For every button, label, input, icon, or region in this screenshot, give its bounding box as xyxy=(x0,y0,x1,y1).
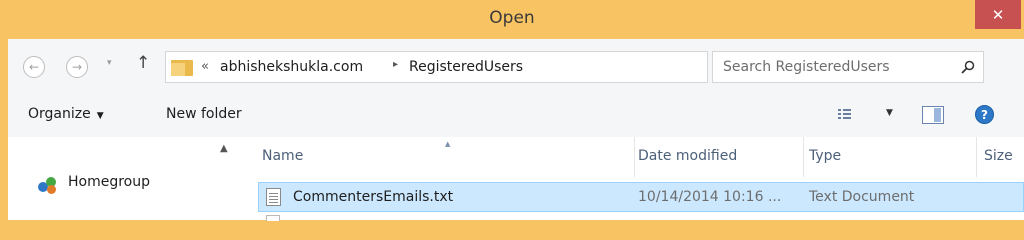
organize-button[interactable]: Organize ▼ xyxy=(28,106,104,122)
file-icon xyxy=(266,215,280,221)
organize-label: Organize xyxy=(28,106,91,122)
file-date-modified: 10/14/2014 10:16 ... xyxy=(638,189,782,205)
breadcrumb-item[interactable]: RegisteredUsers xyxy=(409,59,523,75)
new-folder-button[interactable]: New folder xyxy=(166,106,242,122)
content-area: ▲ Homegroup ▲ Name Date modified Type Si… xyxy=(8,137,1024,221)
caret-down-icon: ▼ xyxy=(96,111,104,121)
forward-button[interactable]: → xyxy=(66,56,88,78)
title-bar[interactable]: Open ✕ xyxy=(0,0,1024,39)
close-button[interactable]: ✕ xyxy=(975,0,1021,29)
column-header-type[interactable]: Type xyxy=(809,148,841,164)
back-arrow-icon: ← xyxy=(28,60,40,74)
search-input[interactable]: Search RegisteredUsers xyxy=(712,51,984,83)
file-list[interactable]: ▲ Name Date modified Type Size Commenter… xyxy=(240,137,1024,221)
breadcrumb-separator-icon[interactable]: ▸ xyxy=(393,59,398,70)
up-button[interactable]: ↑ xyxy=(136,53,150,73)
file-type: Text Document xyxy=(809,189,915,205)
nav-item-homegroup[interactable]: Homegroup xyxy=(68,174,150,190)
recent-locations-button[interactable]: ▾ xyxy=(107,58,112,68)
column-divider[interactable] xyxy=(803,137,804,177)
forward-arrow-icon: → xyxy=(71,60,83,74)
close-icon: ✕ xyxy=(991,5,1005,24)
navigation-pane[interactable]: ▲ Homegroup xyxy=(8,137,240,220)
back-button[interactable]: ← xyxy=(23,56,45,78)
sort-ascending-icon: ▲ xyxy=(445,140,451,148)
file-name: CommentersEmails.txt xyxy=(293,189,454,205)
column-divider[interactable] xyxy=(976,137,977,177)
folder-icon xyxy=(171,58,193,76)
column-header-date-modified[interactable]: Date modified xyxy=(638,148,737,164)
help-icon: ? xyxy=(981,107,988,122)
up-arrow-icon: ↑ xyxy=(136,53,151,73)
breadcrumb-overflow-icon[interactable]: « xyxy=(201,59,209,74)
breadcrumb-item[interactable]: abhishekshukla.com xyxy=(220,59,363,75)
chevron-down-icon: ▾ xyxy=(107,58,112,68)
dialog-client: ← → ▾ ↑ « abhishekshukla.com ▸ Registere… xyxy=(8,39,1024,221)
search-placeholder: Search RegisteredUsers xyxy=(723,59,890,75)
change-view-button[interactable]: ▼ xyxy=(838,107,893,123)
text-file-icon xyxy=(266,188,281,206)
column-divider[interactable] xyxy=(634,137,635,177)
window-title: Open xyxy=(489,8,535,28)
search-icon[interactable] xyxy=(961,60,975,74)
address-bar[interactable]: « abhishekshukla.com ▸ RegisteredUsers ⌄… xyxy=(165,51,833,83)
caret-down-icon: ▼ xyxy=(886,108,893,118)
homegroup-icon xyxy=(38,177,58,195)
column-header-name[interactable]: Name xyxy=(262,148,303,164)
scroll-up-icon[interactable]: ▲ xyxy=(220,143,228,154)
file-row[interactable]: CommentersEmails.txt 10/14/2014 10:16 ..… xyxy=(258,182,1024,212)
help-button[interactable]: ? xyxy=(975,105,994,124)
preview-pane-button[interactable] xyxy=(922,106,944,124)
command-bar: Organize ▼ New folder ▼ ? xyxy=(8,95,1024,135)
column-header-size[interactable]: Size xyxy=(984,148,1013,164)
